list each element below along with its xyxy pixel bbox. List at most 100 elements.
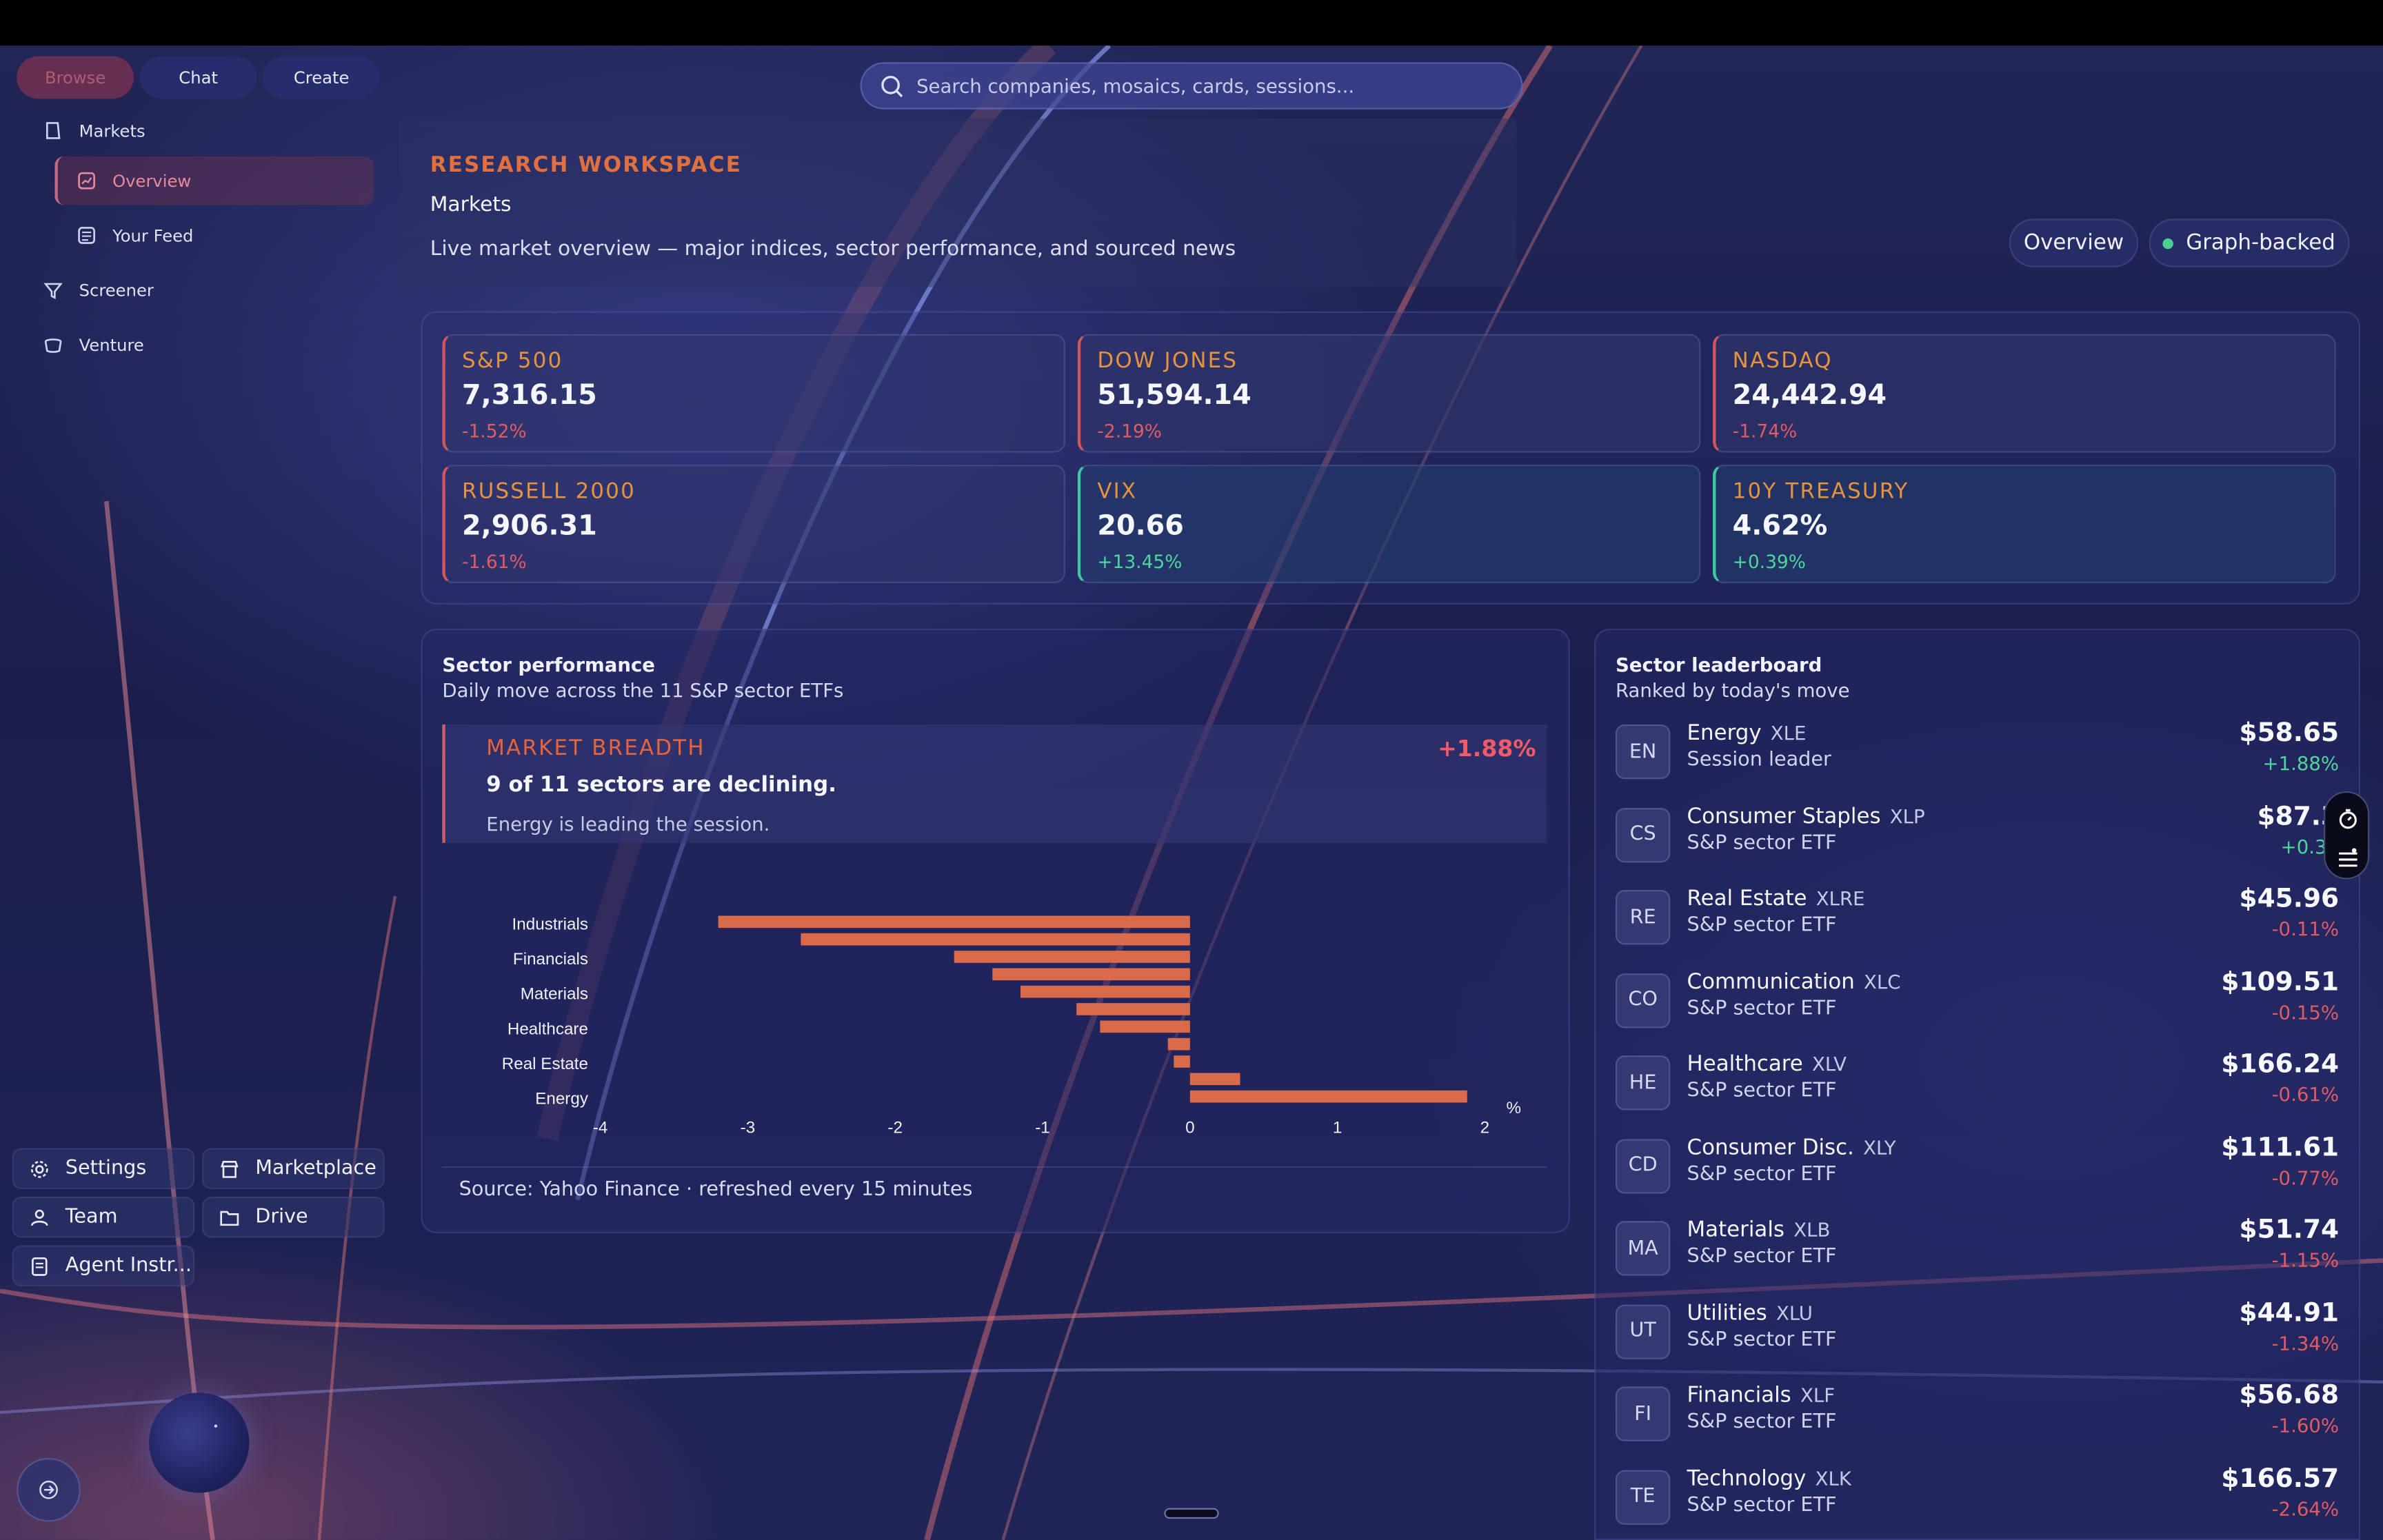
orb-highlight [214,1424,218,1428]
index-value: 20.66 [1097,510,1184,543]
sector-price: $44.91 [2239,1297,2340,1328]
page-title: Markets [430,192,512,218]
index-value: 7,316.15 [462,379,597,412]
graph-backed-label: Graph-backed [2186,230,2335,256]
sector-badge: RE [1615,890,1671,945]
tab-chat[interactable]: Chat [139,56,257,99]
chart-tick-label: -1 [1035,1119,1050,1137]
index-card-vix[interactable]: VIX 20.66 +13.45% [1077,465,1701,583]
leaderboard-row[interactable]: HE Healthcare XLV S&P sector ETF $166.24 -0.6… [1615,1049,2339,1130]
page-header [398,118,1517,287]
floating-toolbar [2324,791,2370,880]
index-name: DOW JONES [1097,349,1238,374]
marketplace-button[interactable]: Marketplace [202,1148,385,1190]
sector-change: -0.77% [2271,1165,2340,1188]
leaderboard-row[interactable]: EN Energy XLE Session leader $58.65 +1.88% [1615,718,2339,799]
index-card-10y-treasury[interactable]: 10Y TREASURY 4.62% +0.39% [1713,465,2336,583]
leaderboard-row[interactable]: UT Utilities XLU S&P sector ETF $44.91 -1.34% [1615,1298,2340,1378]
feed-icon [78,227,95,244]
index-card-dow-jones[interactable]: DOW JONES 51,594.14 -2.19% [1077,334,1701,453]
overview-pill[interactable]: Overview [2009,219,2139,267]
index-name: VIX [1097,480,1138,505]
sector-description: Session leader [1687,749,1831,772]
sector-change: -2.64% [2271,1497,2340,1520]
sector-price: $45.96 [2239,884,2340,915]
sidebar-item-venture[interactable]: Venture [43,327,144,363]
sector-badge: EN [1615,724,1671,780]
sector-name-text: Healthcare [1687,1052,1803,1077]
sector-change: -1.15% [2271,1248,2340,1271]
marketplace-label: Marketplace [255,1157,376,1180]
settings-label: Settings [65,1157,147,1180]
agent-label: Agent Instr... [65,1254,192,1277]
sidebar-item-your-feed[interactable]: Your Feed [76,217,392,254]
app-window: Browse Chat Create Markets Overview Your… [0,0,2383,1540]
list-icon[interactable] [2336,846,2360,870]
collapse-sidebar-button[interactable] [17,1457,81,1522]
search-input[interactable] [916,74,1494,97]
sector-name: Consumer Staples XLP [1687,804,1925,829]
index-card-nasdaq[interactable]: NASDAQ 24,442.94 -1.74% [1713,334,2336,453]
sector-name-text: Energy [1687,721,1762,746]
sector-name: Energy XLE [1687,721,1807,745]
sector-badge: CS [1615,807,1671,862]
timer-icon[interactable] [2336,807,2360,831]
leaderboard-row[interactable]: MA Materials XLB S&P sector ETF $51.74 -1.15% [1615,1215,2340,1295]
sidebar-item-screener[interactable]: Screener [43,272,154,308]
index-value: 24,442.94 [1732,379,1887,412]
index-card-sp500[interactable]: S&P 500 7,316.15 -1.52% [442,334,1066,453]
sector-change: -1.34% [2271,1331,2340,1355]
sidebar-item-markets[interactable]: Markets [43,112,145,149]
index-card-russell-2000[interactable]: RUSSELL 2000 2,906.31 -1.61% [442,465,1066,583]
chart-category-label: Financials [513,950,588,969]
index-change: -2.19% [1097,421,1162,443]
leaderboard-row[interactable]: FI Financials XLF S&P sector ETF $56.68 -1.60… [1615,1381,2339,1461]
tab-browse[interactable]: Browse [17,56,134,99]
global-search[interactable] [860,62,1523,110]
drive-button[interactable]: Drive [202,1197,385,1238]
team-button[interactable]: Team [12,1197,195,1238]
chart-bar [1189,1073,1240,1086]
leaderboard-row[interactable]: TE Technology XLK S&P sector ETF $166.57 -2.6… [1615,1463,2340,1540]
chart-tick-label: -2 [887,1119,903,1137]
mode-tabs: Browse Chat Create [17,56,381,99]
leaderboard-row[interactable]: CS Consumer Staples XLP S&P sector ETF $87.3… [1615,801,2339,882]
gear-icon [30,1159,48,1177]
drive-icon [220,1210,239,1226]
sector-name: Utilities XLU [1687,1301,1813,1325]
sector-performance-chart: Industrials Financials Materials Healthcare… [502,915,1521,1137]
sector-badge: CO [1615,973,1671,1028]
sector-name: Financials XLF [1687,1384,1836,1408]
sidebar-item-overview[interactable]: Overview [54,156,374,205]
home-indicator [1164,1508,1219,1519]
index-value: 51,594.14 [1097,379,1251,412]
chart-category-label: Industrials [512,915,588,933]
index-change: +0.39% [1732,551,1806,573]
sector-description: S&P sector ETF [1687,1162,1837,1186]
agent-instructions-button[interactable]: Agent Instr... [12,1245,195,1287]
chart-category-label: Energy [535,1090,589,1108]
graph-backed-pill[interactable]: Graph-backed [2149,219,2350,267]
settings-button[interactable]: Settings [12,1148,195,1190]
sector-name: Technology XLK [1687,1466,1851,1490]
tab-create[interactable]: Create [263,56,381,99]
marketplace-icon [220,1159,239,1177]
assistant-orb[interactable] [149,1392,250,1493]
chart-tick-label: 0 [1185,1119,1194,1137]
sector-performance-title: Sector performance [442,653,655,676]
overview-icon [78,172,95,190]
chart-bar [1189,1090,1467,1103]
leaderboard-row[interactable]: CD Consumer Disc. XLY S&P sector ETF $111.61… [1615,1132,2340,1213]
sector-description: S&P sector ETF [1687,1493,1837,1517]
sidebar-item-label: Your Feed [112,225,194,245]
sector-description: S&P sector ETF [1687,914,1837,938]
leaderboard-row[interactable]: RE Real Estate XLRE S&P sector ETF $45.96 -0.… [1615,884,2339,964]
index-name: 10Y TREASURY [1732,480,1909,505]
sector-name-text: Consumer Staples [1687,804,1881,829]
sector-name-text: Consumer Disc. [1687,1135,1854,1160]
leaderboard-row[interactable]: CO Communication XLC S&P sector ETF $109.51 -… [1615,966,2339,1047]
chart-bar [801,933,1190,946]
sector-description: S&P sector ETF [1687,1080,1837,1103]
sector-badge: TE [1615,1469,1671,1524]
chart-bar [718,915,1190,929]
